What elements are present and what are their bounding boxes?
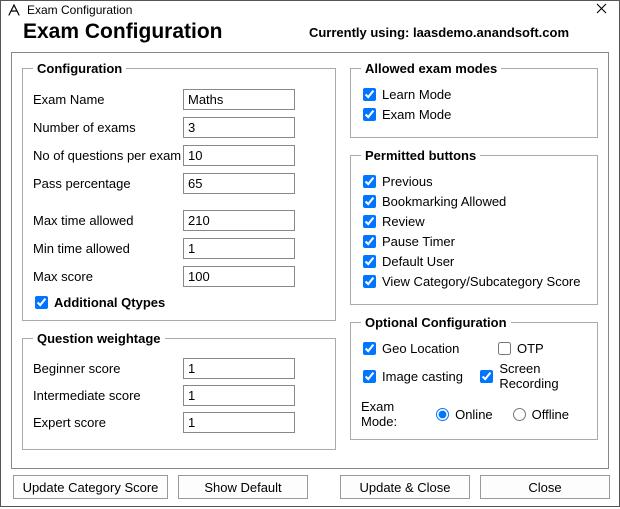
bookmarking-checkbox[interactable]	[363, 195, 376, 208]
view-category-checkbox[interactable]	[363, 275, 376, 288]
questions-per-exam-label: No of questions per exam	[33, 148, 183, 163]
review-label: Review	[382, 214, 425, 229]
update-and-close-button[interactable]: Update & Close	[340, 475, 470, 499]
min-time-input[interactable]	[183, 238, 295, 259]
number-of-exams-input[interactable]	[183, 117, 295, 138]
configuration-legend: Configuration	[33, 61, 126, 76]
min-time-label: Min time allowed	[33, 241, 183, 256]
permitted-buttons-group: Permitted buttons Previous Bookmarking A…	[350, 148, 598, 305]
show-default-button[interactable]: Show Default	[178, 475, 308, 499]
configuration-group: Configuration Exam Name Number of exams …	[22, 61, 336, 321]
previous-label: Previous	[382, 174, 433, 189]
exam-mode-online-radio[interactable]	[436, 408, 449, 421]
pass-percentage-label: Pass percentage	[33, 176, 183, 191]
beginner-score-label: Beginner score	[33, 361, 183, 376]
image-casting-label: Image casting	[382, 369, 463, 384]
weightage-legend: Question weightage	[33, 331, 165, 346]
geo-location-checkbox[interactable]	[363, 342, 376, 355]
exam-name-label: Exam Name	[33, 92, 183, 107]
expert-score-label: Expert score	[33, 415, 183, 430]
exam-name-input[interactable]	[183, 89, 295, 110]
exam-mode-offline-label: Offline	[532, 407, 569, 422]
max-time-label: Max time allowed	[33, 213, 183, 228]
button-bar: Update Category Score Show Default Updat…	[1, 475, 619, 509]
exam-mode-online-label: Online	[455, 407, 493, 422]
pass-percentage-input[interactable]	[183, 173, 295, 194]
beginner-score-input[interactable]	[183, 358, 295, 379]
default-user-label: Default User	[382, 254, 454, 269]
learn-mode-label: Learn Mode	[382, 87, 451, 102]
geo-location-label: Geo Location	[382, 341, 459, 356]
bookmarking-label: Bookmarking Allowed	[382, 194, 506, 209]
pause-timer-label: Pause Timer	[382, 234, 455, 249]
questions-per-exam-input[interactable]	[183, 145, 295, 166]
otp-label: OTP	[517, 341, 544, 356]
weightage-group: Question weightage Beginner score Interm…	[22, 331, 336, 450]
max-score-input[interactable]	[183, 266, 295, 287]
review-checkbox[interactable]	[363, 215, 376, 228]
additional-qtypes-label: Additional Qtypes	[54, 295, 165, 310]
expert-score-input[interactable]	[183, 412, 295, 433]
close-button[interactable]: Close	[480, 475, 610, 499]
exam-mode-checkbox[interactable]	[363, 108, 376, 121]
view-category-label: View Category/Subcategory Score	[382, 274, 580, 289]
additional-qtypes-checkbox[interactable]	[35, 296, 48, 309]
screen-recording-checkbox[interactable]	[480, 370, 493, 383]
image-casting-checkbox[interactable]	[363, 370, 376, 383]
content-frame: Configuration Exam Name Number of exams …	[11, 52, 609, 469]
max-time-input[interactable]	[183, 210, 295, 231]
exam-mode-option-label: Exam Mode:	[361, 399, 430, 429]
allowed-modes-legend: Allowed exam modes	[361, 61, 501, 76]
allowed-modes-group: Allowed exam modes Learn Mode Exam Mode	[350, 61, 598, 138]
close-icon[interactable]	[575, 1, 613, 18]
optional-config-group: Optional Configuration Geo Location OTP …	[350, 315, 598, 440]
intermediate-score-label: Intermediate score	[33, 388, 183, 403]
page-title: Exam Configuration	[23, 20, 309, 44]
number-of-exams-label: Number of exams	[33, 120, 183, 135]
learn-mode-checkbox[interactable]	[363, 88, 376, 101]
intermediate-score-input[interactable]	[183, 385, 295, 406]
screen-recording-label: Screen Recording	[499, 361, 587, 391]
dialog-window: Exam Configuration Exam Configuration Cu…	[0, 0, 620, 507]
heading-row: Exam Configuration Currently using: laas…	[1, 18, 619, 52]
titlebar: Exam Configuration	[1, 1, 619, 18]
app-icon	[7, 3, 21, 17]
exam-mode-offline-radio[interactable]	[513, 408, 526, 421]
pause-timer-checkbox[interactable]	[363, 235, 376, 248]
otp-checkbox[interactable]	[498, 342, 511, 355]
default-user-checkbox[interactable]	[363, 255, 376, 268]
permitted-buttons-legend: Permitted buttons	[361, 148, 480, 163]
exam-mode-label: Exam Mode	[382, 107, 451, 122]
currently-using: Currently using: laasdemo.anandsoft.com	[309, 25, 597, 40]
optional-config-legend: Optional Configuration	[361, 315, 511, 330]
update-category-score-button[interactable]: Update Category Score	[13, 475, 168, 499]
window-title: Exam Configuration	[27, 3, 575, 17]
previous-checkbox[interactable]	[363, 175, 376, 188]
max-score-label: Max score	[33, 269, 183, 284]
